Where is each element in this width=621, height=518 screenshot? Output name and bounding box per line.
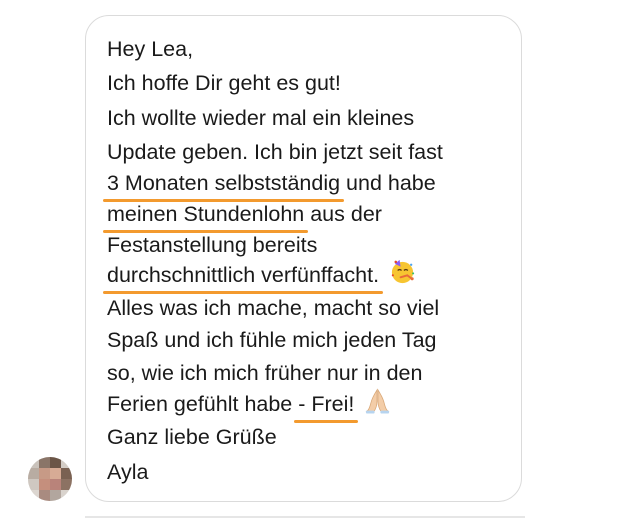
message-line-13: Ganz liebe Grüße	[107, 425, 277, 449]
message-line-12: Ferien gefühlt habe - Frei!	[107, 387, 391, 423]
message-line-11: so, wie ich mich früher nur in den	[107, 361, 423, 385]
chat-screen: Hey Lea, Ich hoffe Dir geht es gut! Ich …	[0, 0, 621, 518]
message-line-14: Ayla	[107, 460, 149, 484]
party-face-icon	[389, 258, 416, 293]
message-line-3: Ich wollte wieder mal ein kleines	[107, 106, 415, 130]
message-line-10: Spaß und ich fühle mich jeden Tag	[107, 328, 437, 352]
message-line-5-rest: und habe	[340, 171, 436, 195]
folded-hands-icon	[364, 387, 391, 422]
message-line-4: Update geben. Ich bin jetzt seit fast	[107, 140, 443, 164]
message-line-2: Ich hoffe Dir geht es gut!	[107, 71, 341, 95]
highlight-free: - Frei!	[294, 389, 359, 423]
message-line-1: Hey Lea,	[107, 37, 194, 61]
message-line-6: meinen Stundenlohn aus der	[102, 199, 382, 233]
highlight-months: 3 Monaten selbstständig	[102, 168, 345, 202]
message-line-6-rest: aus der	[304, 202, 382, 226]
message-line-7: Festanstellung bereits	[107, 233, 318, 257]
message-line-12-start: Ferien gefühlt habe	[107, 392, 299, 416]
avatar[interactable]	[28, 457, 72, 501]
message-line-8: durchschnittlich verfünffacht.	[102, 258, 416, 294]
highlight-fivefold: durchschnittlich verfünffacht.	[102, 260, 384, 294]
highlight-hourly-rate: meinen Stundenlohn	[102, 199, 309, 233]
message-line-5: 3 Monaten selbstständig und habe	[102, 168, 436, 202]
message-line-9: Alles was ich mache, macht so viel	[107, 296, 440, 320]
